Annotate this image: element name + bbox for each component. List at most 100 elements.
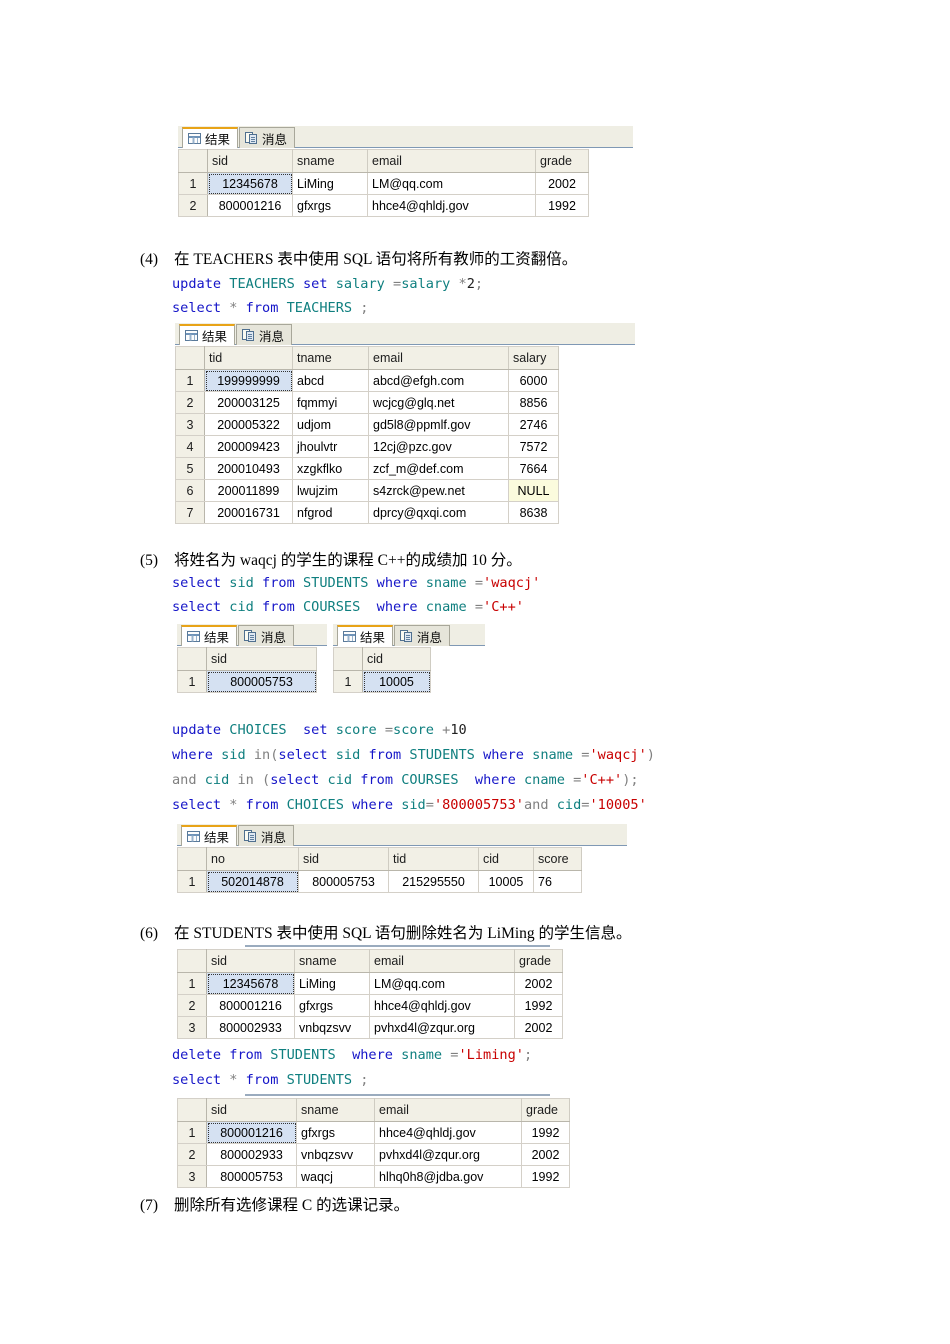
tab-messages[interactable]: 消息 — [236, 324, 293, 345]
message-icon — [242, 329, 255, 341]
column-header-email: email — [369, 949, 515, 973]
cell-salary: 8856 — [508, 391, 559, 414]
cell-tname: abcd — [292, 369, 369, 392]
row-number-cell: 1 — [333, 670, 363, 693]
tab-messages[interactable]: 消息 — [394, 625, 451, 646]
question-number: (5) — [140, 552, 159, 569]
results-grid: sid sname email grade 1 12345678 LiMing LM@qq.c… — [177, 949, 563, 1039]
sql-token: set — [302, 276, 336, 292]
panel-divider — [245, 945, 550, 947]
sql-token: update — [172, 276, 230, 292]
sql-token: select — [172, 300, 230, 316]
column-header-no: no — [206, 847, 299, 871]
table-row: 2 800002933 vnbqzsvv pvhxd4l@zqur.org 2002 — [177, 1143, 570, 1166]
results-tab-bar: 结果 消息 — [178, 126, 633, 148]
row-number-cell: 6 — [175, 479, 205, 502]
sql-token: 2 — [466, 276, 475, 292]
result-table: no sid tid cid score 1 502014878 800005753 21529… — [177, 847, 582, 893]
sql-token: set — [302, 722, 336, 738]
row-number-header — [177, 847, 207, 871]
sql-token: * — [458, 276, 467, 292]
row-number-cell: 3 — [175, 413, 205, 436]
grid-icon — [185, 330, 198, 341]
sql-token: 10 — [450, 722, 467, 738]
sql-line-5-1: select sid from STUDENTS where sname ='w… — [172, 575, 540, 592]
column-header-cid: cid — [478, 847, 534, 871]
table-row: 1 199999999 abcd abcd@efgh.com 6000 — [175, 369, 559, 392]
tab-results[interactable]: 结果 — [182, 127, 239, 148]
sql-token: STUDENTS — [270, 1047, 353, 1063]
column-header-sid: sid — [206, 1098, 297, 1122]
question-text: 在 STUDENTS 表中使用 SQL 语句删除姓名为 LiMing 的学生信息… — [174, 925, 632, 942]
sql-token: from — [262, 599, 303, 615]
sql-token: TEACHERS — [286, 300, 361, 316]
sql-token: select — [172, 599, 230, 615]
result-table: sid 1 800005753 — [177, 647, 317, 693]
results-grid: cid 1 10005 — [333, 647, 431, 693]
sql-token: sid — [221, 747, 254, 763]
tab-results[interactable]: 结果 — [179, 324, 236, 345]
results-grid: no sid tid cid score 1 502014878 800005753 21529… — [177, 847, 582, 893]
tab-messages[interactable]: 消息 — [238, 825, 295, 846]
cell-grade: 1992 — [535, 194, 589, 217]
sql-token: STUDENTS — [302, 575, 377, 591]
row-number-cell: 5 — [175, 457, 205, 480]
cell-email: hlhq0h8@jdba.gov — [374, 1165, 522, 1188]
sql-token: where — [376, 599, 426, 615]
row-number-cell: 1 — [177, 1121, 207, 1144]
table-header-row: sid — [177, 647, 317, 671]
sql-token: 'C++' — [483, 599, 524, 615]
sql-token: from — [229, 1047, 271, 1063]
sql-token: sname — [401, 1047, 451, 1063]
sql-token: salary — [401, 276, 459, 292]
cell-grade: 2002 — [514, 1016, 563, 1039]
result-table: sid sname email grade 1 800001216 gfxrgs hhce4@… — [177, 1098, 570, 1188]
cell-tid: 200009423 — [204, 435, 293, 458]
cell-tname: lwujzim — [292, 479, 369, 502]
cell-salary: 7572 — [508, 435, 559, 458]
tab-messages[interactable]: 消息 — [239, 127, 296, 148]
cell-sid: 800005753 — [298, 870, 389, 893]
column-header-grade: grade — [535, 149, 589, 173]
sql-token: sid — [229, 575, 263, 591]
results-tab-bar: 结果 消息 — [177, 824, 627, 846]
cell-email: dprcy@qxqi.com — [368, 501, 509, 524]
cell-salary: 2746 — [508, 413, 559, 436]
sql-token: 'Liming' — [458, 1047, 524, 1063]
tab-messages[interactable]: 消息 — [238, 625, 295, 646]
sql-token: = — [425, 797, 434, 813]
cell-sid: 800002933 — [206, 1143, 297, 1166]
cell-sid: 800005753 — [206, 670, 317, 693]
column-header-email: email — [368, 346, 509, 370]
sql-line-5-6: select * from CHOICES where sid='8000057… — [172, 797, 647, 814]
tab-results[interactable]: 结果 — [337, 625, 394, 646]
sql-token: STUDENTS — [409, 747, 484, 763]
tab-results[interactable]: 结果 — [181, 825, 238, 846]
cell-salary: NULL — [508, 479, 559, 502]
sql-token: ) — [646, 747, 655, 763]
question-7: (7) 删除所有选修课程 C 的选课记录。 — [140, 1196, 409, 1216]
column-header-sname: sname — [292, 149, 368, 173]
sql-token: ; — [360, 1072, 369, 1088]
question-6: (6) 在 STUDENTS 表中使用 SQL 语句删除姓名为 LiMing 的学… — [140, 924, 632, 944]
cell-tname: fqmmyi — [292, 391, 369, 414]
cell-tname: xzgkflko — [292, 457, 369, 480]
cell-sname: vnbqzsvv — [294, 1016, 370, 1039]
table-header-row: sid sname email grade — [177, 1098, 570, 1122]
cell-sname: gfxrgs — [296, 1121, 375, 1144]
cell-sname: gfxrgs — [294, 994, 370, 1017]
cell-grade: 1992 — [514, 994, 563, 1017]
result-table: sid sname email grade 1 12345678 LiMing LM@qq.c… — [177, 949, 563, 1039]
tab-results[interactable]: 结果 — [181, 625, 238, 646]
table-row: 6 200011899 lwujzim s4zrck@pew.net NULL — [175, 479, 559, 502]
cell-tname: nfgrod — [292, 501, 369, 524]
sql-token: cname — [524, 772, 574, 788]
sql-token: CHOICES — [286, 797, 353, 813]
result-table: cid 1 10005 — [333, 647, 431, 693]
sql-token: sname — [425, 575, 475, 591]
sql-token: score — [335, 722, 385, 738]
sql-line-5-4: where sid in(select sid from STUDENTS wh… — [172, 747, 655, 764]
cell-email: LM@qq.com — [369, 972, 515, 995]
sql-token: COURSES — [302, 599, 377, 615]
sql-token: update — [172, 722, 230, 738]
